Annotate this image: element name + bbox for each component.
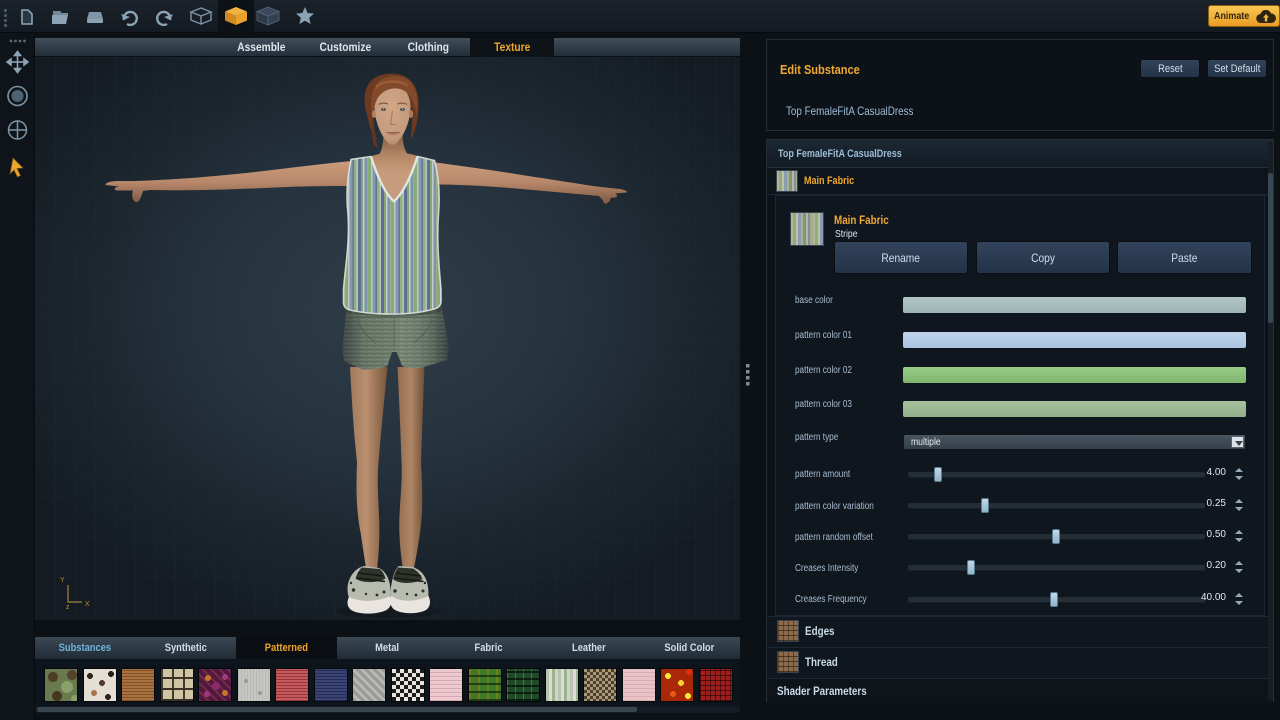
svg-text:X: X: [85, 601, 90, 608]
svg-text:Y: Y: [60, 577, 65, 584]
svg-text:z: z: [66, 604, 70, 611]
